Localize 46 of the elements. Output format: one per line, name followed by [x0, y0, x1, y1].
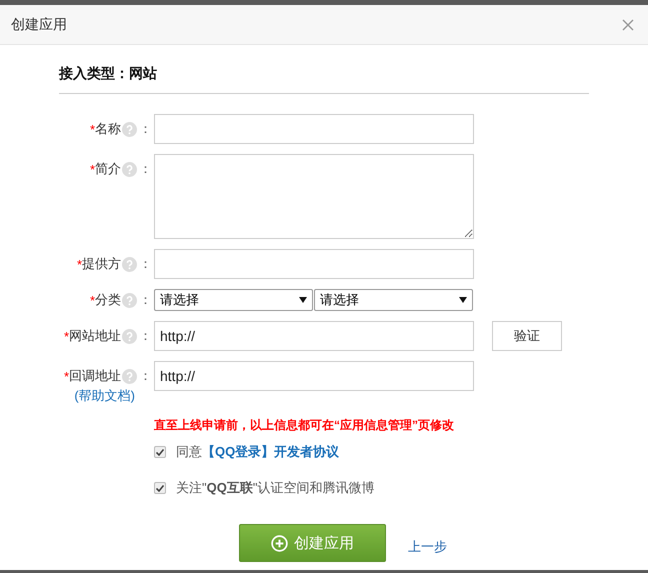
agreement-link[interactable]: 【QQ登录】开发者协议 — [202, 444, 340, 459]
field-label: 简介 — [95, 160, 121, 178]
field-label: 回调地址 — [69, 367, 121, 385]
required-mark: * — [64, 328, 69, 344]
colon: ： — [139, 327, 152, 345]
required-mark: * — [90, 162, 95, 176]
caret-icon — [459, 297, 467, 303]
help-icon[interactable] — [122, 122, 137, 136]
colon: ： — [139, 160, 152, 178]
field-label: 名称 — [95, 120, 121, 138]
text-area[interactable] — [154, 154, 474, 239]
section-title: 接入类型：网站 — [59, 65, 589, 94]
text-field[interactable]: http:// — [154, 361, 474, 391]
colon: ： — [139, 367, 152, 385]
follow-text: 关注"QQ互联"认证空间和腾讯微博 — [176, 479, 374, 497]
required-mark: * — [90, 292, 95, 308]
dropdown[interactable]: 请选择 — [314, 289, 473, 311]
plus-icon — [271, 534, 288, 552]
required-mark: * — [76, 256, 82, 272]
close-icon[interactable] — [622, 18, 634, 30]
colon: ： — [139, 291, 152, 309]
field-label: 提供方 — [82, 255, 121, 273]
checkbox[interactable] — [154, 446, 166, 458]
help-icon[interactable] — [122, 328, 137, 344]
notice-text: 直至上线申请前，以上信息都可在“应用信息管理”页修改 — [154, 417, 455, 434]
required-mark: * — [90, 122, 95, 136]
field-label: 网站地址 — [69, 327, 121, 345]
verify-button[interactable]: 验证 — [492, 321, 562, 351]
field-label: 分类 — [95, 291, 121, 309]
text-field[interactable] — [154, 114, 474, 144]
back-link[interactable]: 上一步 — [408, 538, 447, 556]
required-mark: * — [64, 368, 69, 384]
colon: ： — [139, 120, 152, 138]
help-icon[interactable] — [122, 162, 137, 176]
help-icon[interactable] — [122, 292, 137, 308]
dropdown[interactable]: 请选择 — [154, 289, 313, 311]
agreement-text: 同意【QQ登录】开发者协议 — [176, 443, 340, 461]
help-icon[interactable] — [122, 256, 137, 272]
colon: ： — [139, 255, 152, 273]
caret-icon — [299, 297, 307, 303]
help-icon[interactable] — [122, 368, 137, 384]
help-link[interactable]: (帮助文档) — [74, 387, 135, 405]
text-field[interactable]: http:// — [154, 321, 474, 351]
text-field[interactable] — [154, 249, 474, 279]
checkbox[interactable] — [154, 482, 166, 494]
dialog-title: 创建应用 — [11, 16, 67, 34]
